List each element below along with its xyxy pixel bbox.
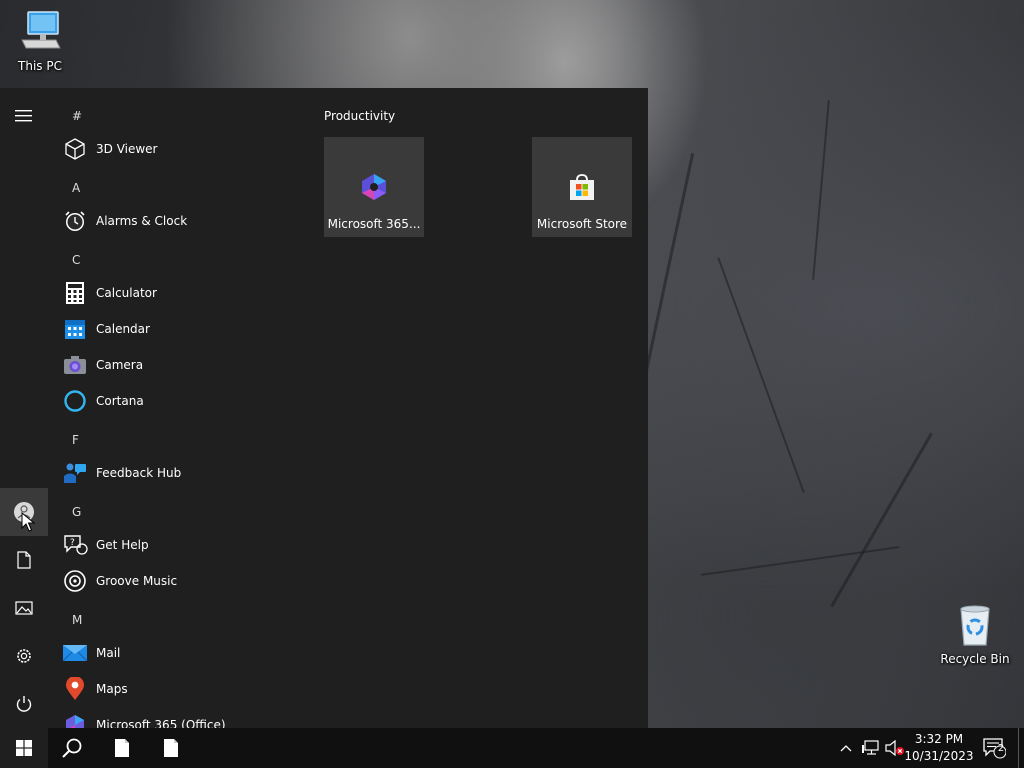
power-button[interactable] [0,680,48,728]
this-pc-label: This PC [18,59,62,73]
tile-group-title[interactable]: Productivity [324,109,395,123]
tile-microsoft-store-label: Microsoft Store [536,217,628,231]
camera-icon [64,356,86,374]
tile-microsoft-store[interactable]: Microsoft Store [532,137,632,237]
taskbar-file-button-1[interactable] [98,728,146,768]
app-cortana[interactable]: Cortana [62,385,144,417]
recycle-bin-icon [960,605,990,646]
pictures-icon [15,601,33,615]
mail-icon [62,645,88,662]
volume-muted-icon [885,740,904,756]
show-desktop-button[interactable] [1018,728,1024,768]
app-maps[interactable]: Maps [62,673,128,705]
svg-text:?: ? [70,538,75,548]
app-camera[interactable]: Camera [62,349,143,381]
group-header-a[interactable]: A [72,181,80,195]
blank-document-icon [115,739,129,757]
action-center-button[interactable]: 2 [980,728,1008,768]
app-alarms-clock[interactable]: Alarms & Clock [62,205,187,237]
computer-icon [21,11,61,49]
groove-music-icon [64,570,86,592]
group-header-c[interactable]: C [72,253,80,267]
network-icon [862,740,879,755]
desktop-icon-this-pc[interactable]: This PC [0,10,80,73]
app-feedback-hub[interactable]: Feedback Hub [62,457,181,489]
microsoft-store-icon [570,174,594,200]
notification-count-badge: 2 [997,743,1005,754]
blank-document-icon [164,739,178,757]
tile-microsoft-365[interactable]: Microsoft 365... [324,137,424,237]
settings-button[interactable] [0,632,48,680]
settings-icon [17,649,31,663]
start-rail [0,88,48,728]
network-button[interactable] [860,728,882,768]
recycle-bin-label: Recycle Bin [940,652,1010,666]
microsoft-365-icon [66,715,84,728]
app-calendar[interactable]: Calendar [62,313,150,345]
app-groove-music[interactable]: Groove Music [62,565,177,597]
desktop-icon-recycle-bin[interactable]: Recycle Bin [935,603,1015,666]
show-hidden-icons-button[interactable] [836,728,856,768]
expand-menu-button[interactable] [0,92,48,140]
taskbar-file-button-2[interactable] [147,728,195,768]
search-icon [62,738,82,758]
start-menu: # 3D Viewer A Alarms & Clock C Calculato… [0,88,648,728]
calendar-icon [65,320,85,339]
chevron-up-icon [840,745,852,752]
pictures-button[interactable] [0,584,48,632]
clock-time: 3:32 PM [914,732,964,746]
get-help-icon: ? [64,535,88,555]
start-button[interactable] [0,728,48,768]
taskbar: 3:32 PM 10/31/2023 2 [0,728,1024,768]
documents-icon [17,551,31,569]
group-header-hash[interactable]: # [72,109,82,123]
microsoft-365-icon [362,174,386,200]
group-header-m[interactable]: M [72,613,82,627]
power-icon [16,696,32,712]
maps-icon [66,677,84,700]
app-3d-viewer[interactable]: 3D Viewer [62,133,157,165]
3d-viewer-icon [65,138,85,160]
clock[interactable]: 3:32 PM 10/31/2023 [904,731,974,765]
app-get-help[interactable]: ? Get Help [62,529,149,561]
clock-date: 10/31/2023 [904,749,974,763]
search-button[interactable] [48,728,96,768]
hamburger-menu-icon [15,110,32,122]
tile-microsoft-365-label: Microsoft 365... [327,217,421,231]
feedback-hub-icon [64,463,86,483]
documents-button[interactable] [0,536,48,584]
mouse-cursor-icon [21,512,35,532]
volume-button[interactable] [884,728,906,768]
alarm-clock-icon [65,211,85,231]
app-microsoft-365-office[interactable]: Microsoft 365 (Office) [62,709,226,728]
group-header-f[interactable]: F [72,433,79,447]
app-calculator[interactable]: Calculator [62,277,157,309]
cortana-icon [64,390,86,412]
app-mail[interactable]: Mail [62,637,120,669]
app-list: # 3D Viewer A Alarms & Clock C Calculato… [48,88,298,728]
windows-logo-icon [16,740,32,756]
group-header-g[interactable]: G [72,505,81,519]
calculator-icon [66,282,84,304]
